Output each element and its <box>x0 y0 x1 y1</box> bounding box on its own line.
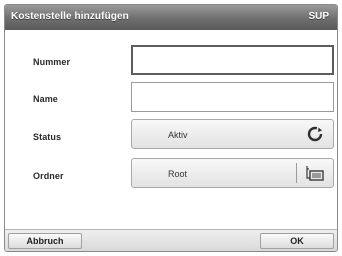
status-value: Aktiv <box>168 130 188 140</box>
dialog-title: Kostenstelle hinzufügen <box>11 11 129 22</box>
dialog-window: Kostenstelle hinzufügen SUP Nummer Name … <box>4 4 338 252</box>
badge-sup: SUP <box>308 11 329 22</box>
status-label: Status <box>33 132 62 142</box>
name-input[interactable] <box>131 82 334 112</box>
title-bar: Kostenstelle hinzufügen SUP <box>5 5 337 30</box>
folder-tree-icon <box>297 159 333 187</box>
ordner-label: Ordner <box>33 171 64 181</box>
ok-button[interactable]: OK <box>260 233 334 249</box>
ordner-selector[interactable]: Root <box>131 158 334 188</box>
ordner-value: Root <box>168 169 188 179</box>
nummer-input[interactable] <box>131 45 334 75</box>
nummer-label: Nummer <box>33 57 71 67</box>
bottom-toolbar: Abbruch OK <box>5 229 337 251</box>
status-selector[interactable]: Aktiv <box>131 119 334 149</box>
cycle-icon <box>297 120 333 148</box>
name-label: Name <box>33 94 58 104</box>
cancel-button[interactable]: Abbruch <box>8 233 82 249</box>
